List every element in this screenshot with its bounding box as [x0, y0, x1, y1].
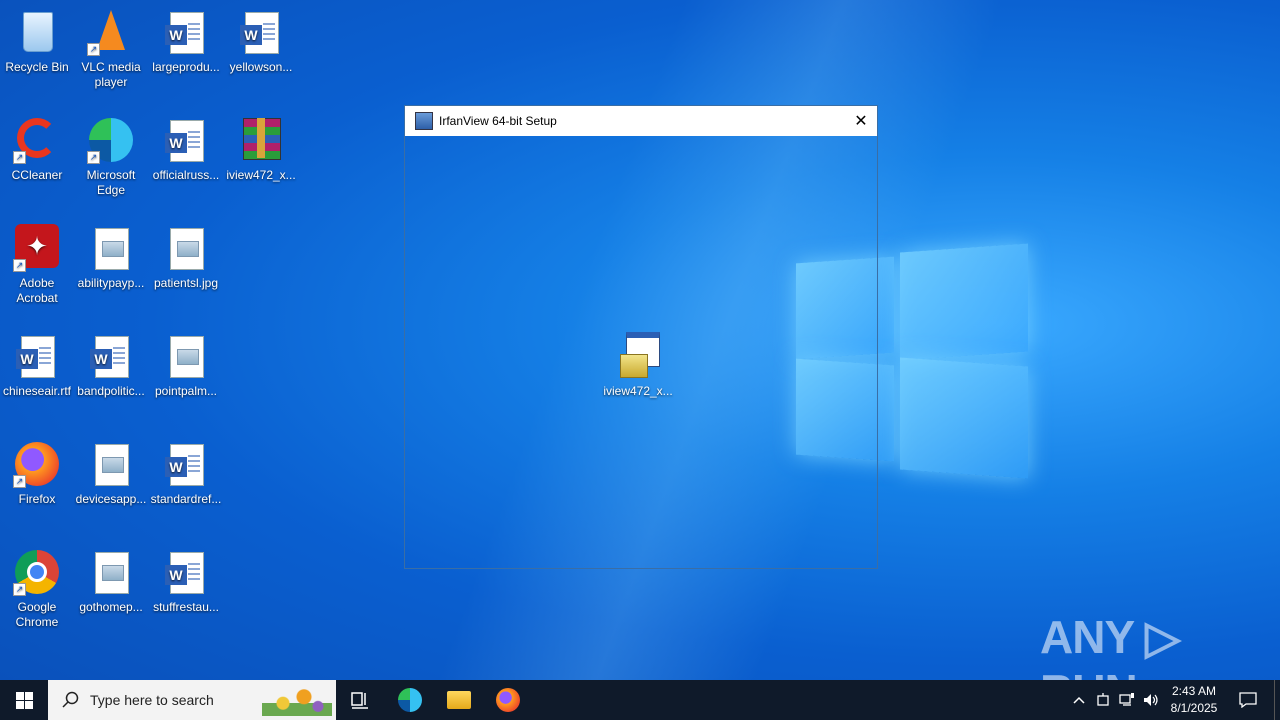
taskbar-file-explorer-button[interactable] — [447, 688, 471, 712]
desktop-icon-firefox[interactable]: ↗ Firefox — [0, 440, 74, 507]
firefox-icon: ↗ — [13, 440, 61, 488]
ccleaner-icon: ↗ — [13, 116, 61, 164]
clock-time: 2:43 AM — [1171, 684, 1217, 698]
desktop-icon-google-chrome[interactable]: ↗ Google Chrome — [0, 548, 74, 630]
desktop-icon-label: largeprodu... — [152, 60, 220, 74]
clock-date: 8/1/2025 — [1170, 701, 1218, 715]
desktop-icon-label: VLC media player — [81, 60, 141, 89]
desktop-icon-label: iview472_x... — [226, 168, 296, 182]
desktop-icon-label: CCleaner — [11, 168, 63, 182]
vlc-icon: ↗ — [87, 8, 135, 56]
desktop-icon-patientsl[interactable]: patientsl.jpg — [149, 224, 223, 291]
desktop-icon-label: chineseair.rtf — [2, 384, 72, 398]
image-file-icon — [162, 332, 210, 380]
adobe-acrobat-icon: ✦ ↗ — [13, 224, 61, 272]
word-document-icon: W — [237, 8, 285, 56]
desktop-icon-adobe-acrobat[interactable]: ✦ ↗ Adobe Acrobat — [0, 224, 74, 306]
taskbar-edge-button[interactable] — [398, 688, 422, 712]
image-file-icon — [162, 224, 210, 272]
desktop-icon-label: officialruss... — [152, 168, 220, 182]
image-file-icon — [87, 440, 135, 488]
desktop-icon-officialruss[interactable]: W officialruss... — [149, 116, 223, 183]
search-flowers-illustration — [262, 684, 332, 716]
firefox-icon — [496, 688, 520, 712]
desktop-icon-iview472[interactable]: iview472_x... — [224, 116, 298, 183]
desktop-icon-pointpalm[interactable]: pointpalm... — [149, 332, 223, 399]
edge-icon: ↗ — [87, 116, 135, 164]
desktop-icon-devicesapp[interactable]: devicesapp... — [74, 440, 148, 507]
word-document-icon: W — [162, 548, 210, 596]
chrome-icon: ↗ — [13, 548, 61, 596]
desktop-icon-gothomep[interactable]: gothomep... — [74, 548, 148, 615]
close-button[interactable]: ✕ — [845, 106, 877, 136]
word-document-icon: W — [162, 8, 210, 56]
desktop-icon-label: devicesapp... — [75, 492, 147, 506]
desktop-icon-label: Recycle Bin — [5, 60, 69, 74]
desktop-icon-abilitypayp[interactable]: abilitypayp... — [74, 224, 148, 291]
show-hidden-icons-button[interactable] — [1068, 680, 1090, 720]
show-desktop-button[interactable] — [1274, 680, 1280, 720]
search-placeholder: Type here to search — [90, 692, 214, 708]
dialog-titlebar[interactable]: IrfanView 64-bit Setup ✕ — [405, 106, 877, 136]
tray-app-button[interactable] — [1092, 680, 1114, 720]
desktop-icon-label: abilitypayp... — [77, 276, 145, 290]
desktop-icon-chineseair[interactable]: W chineseair.rtf — [0, 332, 74, 399]
windows-icon — [15, 691, 33, 709]
word-document-icon: W — [87, 332, 135, 380]
image-file-icon — [87, 548, 135, 596]
desktop-icon-microsoft-edge[interactable]: ↗ Microsoft Edge — [74, 116, 148, 198]
irfanview-setup-dialog: IrfanView 64-bit Setup ✕ iview472_x... — [404, 105, 878, 569]
desktop-icon-label: Google Chrome — [15, 600, 59, 629]
volume-button[interactable] — [1140, 680, 1162, 720]
search-box[interactable]: Type here to search — [48, 680, 336, 720]
desktop-icon-label: standardref... — [150, 492, 222, 506]
desktop-icon-recycle-bin[interactable]: Recycle Bin — [0, 8, 74, 75]
desktop-icon-standardref[interactable]: W standardref... — [149, 440, 223, 507]
desktop-icon-label: bandpolitic... — [77, 384, 145, 398]
image-file-icon — [87, 224, 135, 272]
taskbar: Type here to search 2:43 AM 8/1/2025 — [0, 680, 1280, 720]
network-button[interactable] — [1116, 680, 1138, 720]
desktop-icon-label: patientsl.jpg — [153, 276, 219, 290]
task-view-icon — [351, 692, 368, 709]
installer-icon — [415, 112, 433, 130]
chevron-up-icon — [1073, 696, 1085, 704]
winrar-archive-icon — [237, 116, 285, 164]
desktop-icon-label: Firefox — [18, 492, 56, 506]
desktop-icon-label: yellowson... — [229, 60, 293, 74]
network-icon — [1119, 693, 1134, 706]
word-document-icon: W — [13, 332, 61, 380]
desktop-icon-label: Adobe Acrobat — [16, 276, 58, 305]
desktop-icon-ccleaner[interactable]: ↗ CCleaner — [0, 116, 74, 183]
desktop-icon-yellowson[interactable]: W yellowson... — [224, 8, 298, 75]
desktop-icon-label: gothomep... — [79, 600, 143, 614]
desktop-icon-bandpolitic[interactable]: W bandpolitic... — [74, 332, 148, 399]
start-button[interactable] — [0, 680, 48, 720]
desktop-icon-label: Microsoft Edge — [86, 168, 136, 197]
taskbar-firefox-button[interactable] — [496, 688, 520, 712]
desktop-icon-label: stuffrestau... — [153, 600, 219, 614]
installer-package-icon — [614, 332, 662, 380]
folder-icon — [447, 691, 471, 709]
edge-icon — [398, 688, 422, 712]
dialog-title: IrfanView 64-bit Setup — [439, 114, 557, 128]
usb-device-icon — [1097, 693, 1109, 706]
task-view-button[interactable] — [348, 688, 372, 712]
word-document-icon: W — [162, 116, 210, 164]
desktop-icon-label: pointpalm... — [154, 384, 218, 398]
desktop-icon-stuffrestau[interactable]: W stuffrestau... — [149, 548, 223, 615]
word-document-icon: W — [162, 440, 210, 488]
speaker-icon — [1144, 694, 1158, 706]
setup-file-label: iview472_x... — [603, 384, 673, 398]
notification-icon — [1239, 692, 1257, 708]
search-icon — [62, 691, 79, 708]
notifications-button[interactable] — [1234, 680, 1262, 720]
setup-file-icon[interactable]: iview472_x... — [601, 332, 675, 399]
clock[interactable]: 2:43 AM 8/1/2025 — [1160, 683, 1228, 717]
recycle-bin-icon — [13, 8, 61, 56]
desktop-icon-largeprodu[interactable]: W largeprodu... — [149, 8, 223, 75]
desktop-icon-vlc[interactable]: ↗ VLC media player — [74, 8, 148, 90]
